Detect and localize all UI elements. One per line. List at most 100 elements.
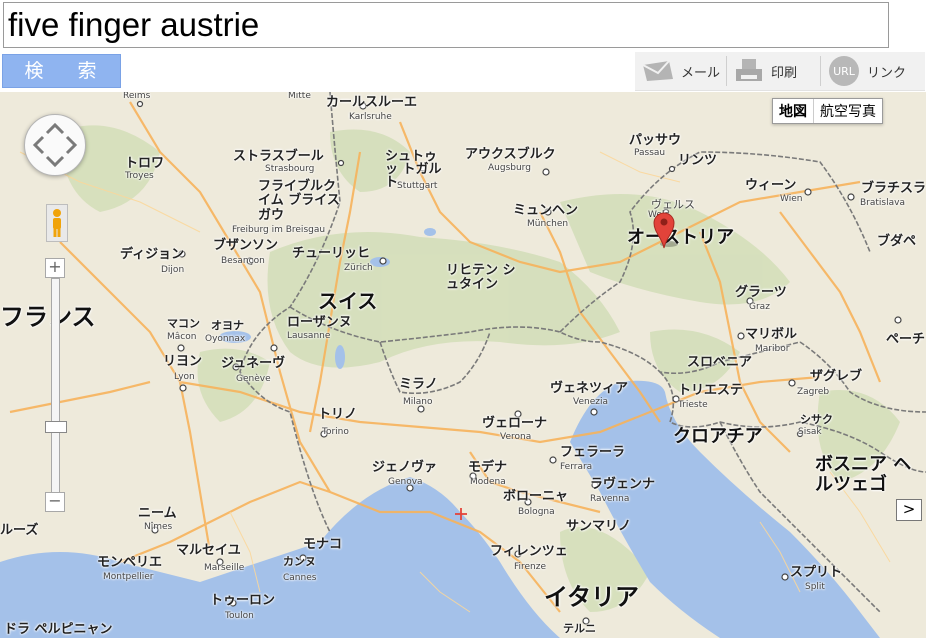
label-vienna-en: Wien [780, 194, 803, 204]
label-austria: オーストリア [627, 227, 735, 248]
label-pecs: ペーチ [886, 332, 926, 347]
label-geneve: ジュネーヴ [221, 356, 286, 371]
label-vienna: ウィーン [745, 178, 797, 193]
label-nimes-en: Nîmes [144, 522, 173, 532]
label-perpignan: ドラ ペルピニャン [4, 622, 113, 637]
label-modena: モデナ [468, 460, 508, 475]
label-maribor-en: Maribor [755, 344, 790, 354]
label-genoa: ジェノヴァ [372, 460, 438, 475]
label-reims: Reims [123, 92, 151, 101]
label-passau-en: Passau [634, 148, 666, 158]
label-venice-en: Venezia [573, 397, 608, 407]
street-view-pegman-button[interactable] [46, 204, 68, 242]
label-marseille-en: Marseille [204, 563, 245, 573]
zoom-slider-track[interactable] [51, 278, 60, 502]
label-zagreb: ザグレブ [810, 369, 863, 384]
mail-link[interactable]: メール [641, 52, 720, 90]
label-dijon: ディジョン [120, 247, 185, 262]
map-canvas[interactable]: Reims Mitte カールスルーエ Karlsruhe ストラスブール St… [0, 92, 926, 638]
label-macon: マコン [167, 317, 200, 330]
zoom-out-button[interactable]: − [45, 492, 65, 512]
label-ferrara: フェラーラ [560, 445, 626, 460]
label-troyes: トロワ [125, 156, 165, 171]
label-sisak: シサク [800, 413, 833, 426]
expand-overview-button[interactable]: > [896, 499, 922, 521]
url-icon: URL [829, 56, 859, 86]
label-florence-en: Firenze [514, 562, 547, 572]
label-oyonnax-en: Oyonnax [205, 334, 246, 344]
link-link[interactable]: URL リンク [829, 52, 906, 90]
pegman-icon [53, 209, 61, 237]
label-mitte: Mitte [288, 92, 311, 101]
label-modena-en: Modena [470, 477, 506, 487]
label-freiburg-en: Freiburg im Breisgau [232, 225, 326, 235]
mail-icon [642, 60, 673, 81]
label-ruse: ルーズ [0, 523, 39, 538]
label-trieste: トリエステ [678, 383, 744, 398]
label-genoa-en: Genova [388, 477, 423, 487]
label-zagreb-en: Zagreb [797, 387, 830, 397]
search-button[interactable]: 検 索 [2, 54, 121, 88]
label-turin-en: Torino [322, 427, 349, 437]
label-augsburg: アウクスブルク [465, 147, 556, 162]
label-munich: ミュンヘン [513, 203, 579, 218]
label-stuttgart-en: Stuttgart [397, 181, 438, 191]
mail-label: メール [681, 65, 721, 81]
label-strasbourg-en: Strasbourg [265, 164, 315, 174]
label-split: スプリト [790, 565, 843, 580]
label-zurich-en: Zürich [344, 263, 373, 273]
print-label: 印刷 [771, 65, 798, 81]
label-ferrara-en: Ferrara [560, 462, 593, 472]
label-liechtenstein: リヒテン シュタイン [446, 263, 516, 293]
location-marker-icon[interactable] [652, 210, 680, 250]
search-input[interactable] [3, 2, 889, 48]
label-lausanne: ローザンヌ [287, 315, 352, 330]
label-zurich: チューリッヒ [292, 246, 371, 261]
label-maribor: マリボル [745, 327, 798, 342]
label-lyon-en: Lyon [174, 372, 195, 382]
label-florence: フィレンツェ [490, 544, 568, 559]
label-montpellier: モンペリエ [97, 555, 163, 570]
label-switzerland: スイス [318, 289, 378, 313]
map-type-satellite-button[interactable]: 航空写真 [814, 99, 882, 123]
toolbar-divider [820, 56, 821, 86]
label-verona: ヴェローナ [482, 416, 548, 431]
label-wels: ヴェルス [651, 198, 695, 211]
label-lyon: リヨン [163, 354, 203, 369]
label-lausanne-en: Lausanne [287, 331, 331, 341]
zoom-in-button[interactable]: + [45, 258, 65, 278]
label-terni: テルニ [563, 622, 596, 635]
label-bratislava: ブラチスラ [861, 181, 926, 196]
printer-icon [736, 59, 762, 81]
label-troyes-en: Troyes [125, 171, 154, 181]
label-venice: ヴェネツィア [550, 381, 629, 396]
label-sisak-en: Sisak [798, 427, 822, 437]
pan-arrows-icon [32, 122, 78, 168]
label-toulon: トゥーロン [210, 593, 276, 608]
toolbar-divider [726, 56, 727, 86]
label-milan: ミラノ [399, 377, 438, 392]
label-graz-en: Graz [749, 302, 770, 312]
map-type-map-button[interactable]: 地図 [773, 99, 814, 123]
label-bratislava-en: Bratislava [860, 198, 905, 208]
label-munich-en: München [527, 219, 569, 229]
print-link[interactable]: 印刷 [735, 52, 797, 90]
label-geneve-en: Genève [236, 374, 271, 384]
label-cannes-en: Cannes [283, 573, 317, 583]
map-toolbar: メール 印刷 URL リンク [635, 52, 925, 91]
link-label: リンク [867, 65, 907, 81]
label-san-marino: サンマリノ [566, 519, 632, 534]
label-passau: パッサウ [629, 133, 682, 148]
label-monaco: モナコ [303, 537, 343, 552]
label-bologna: ボローニャ [503, 489, 569, 504]
label-marseille: マルセイユ [176, 543, 241, 558]
label-nimes: ニーム [138, 506, 177, 521]
label-split-en: Split [805, 582, 825, 592]
label-strasbourg: ストラスブール [233, 149, 324, 164]
label-graz: グラーツ [735, 285, 787, 300]
zoom-slider-handle[interactable] [45, 421, 67, 433]
label-montpellier-en: Montpellier [103, 572, 154, 582]
label-slovenia: スロベニア [687, 355, 753, 370]
pan-control[interactable] [24, 114, 86, 176]
label-milan-en: Milano [403, 397, 433, 407]
